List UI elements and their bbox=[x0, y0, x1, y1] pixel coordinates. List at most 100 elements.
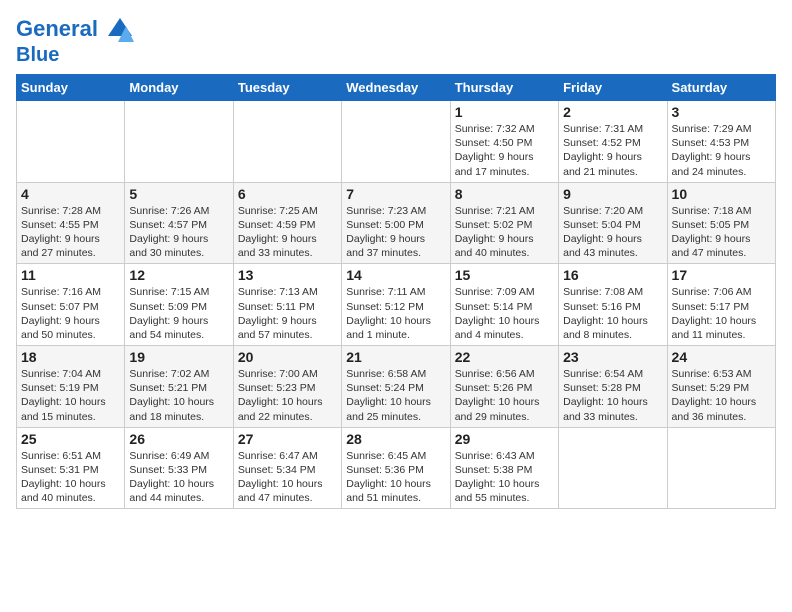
calendar-week-row: 11Sunrise: 7:16 AMSunset: 5:07 PMDayligh… bbox=[17, 264, 776, 346]
calendar-cell bbox=[17, 101, 125, 183]
calendar-cell: 23 Sunrise: 6:54 AMSunset: 5:28 PMDayligh… bbox=[559, 346, 667, 428]
calendar-cell: 7 Sunrise: 7:23 AMSunset: 5:00 PMDaylight… bbox=[342, 182, 450, 264]
day-info: Sunrise: 6:43 AMSunset: 5:38 PMDaylight:… bbox=[455, 449, 554, 506]
calendar-week-row: 4 Sunrise: 7:28 AMSunset: 4:55 PMDaylight… bbox=[17, 182, 776, 264]
day-number: 25 bbox=[21, 431, 120, 447]
day-info: Sunrise: 7:25 AMSunset: 4:59 PMDaylight:… bbox=[238, 204, 337, 261]
day-number: 1 bbox=[455, 104, 554, 120]
weekday-header: Saturday bbox=[667, 75, 775, 101]
calendar-week-row: 1 Sunrise: 7:32 AMSunset: 4:50 PMDaylight… bbox=[17, 101, 776, 183]
day-info: Sunrise: 6:51 AMSunset: 5:31 PMDaylight:… bbox=[21, 449, 120, 506]
calendar-cell bbox=[342, 101, 450, 183]
day-info: Sunrise: 7:00 AMSunset: 5:23 PMDaylight:… bbox=[238, 367, 337, 424]
day-number: 9 bbox=[563, 186, 662, 202]
calendar-cell bbox=[233, 101, 341, 183]
day-info: Sunrise: 7:13 AMSunset: 5:11 PMDaylight:… bbox=[238, 285, 337, 342]
calendar-cell: 4 Sunrise: 7:28 AMSunset: 4:55 PMDaylight… bbox=[17, 182, 125, 264]
day-info: Sunrise: 7:21 AMSunset: 5:02 PMDaylight:… bbox=[455, 204, 554, 261]
calendar-cell: 14 Sunrise: 7:11 AMSunset: 5:12 PMDayligh… bbox=[342, 264, 450, 346]
calendar-cell: 5 Sunrise: 7:26 AMSunset: 4:57 PMDaylight… bbox=[125, 182, 233, 264]
calendar-cell: 3 Sunrise: 7:29 AMSunset: 4:53 PMDaylight… bbox=[667, 101, 775, 183]
day-number: 26 bbox=[129, 431, 228, 447]
day-number: 22 bbox=[455, 349, 554, 365]
day-info: Sunrise: 7:15 AMSunset: 5:09 PMDaylight:… bbox=[129, 285, 228, 342]
logo: General Blue bbox=[16, 16, 134, 66]
day-info: Sunrise: 6:53 AMSunset: 5:29 PMDaylight:… bbox=[672, 367, 771, 424]
calendar-cell: 12 Sunrise: 7:15 AMSunset: 5:09 PMDayligh… bbox=[125, 264, 233, 346]
weekday-header: Thursday bbox=[450, 75, 558, 101]
day-number: 28 bbox=[346, 431, 445, 447]
day-number: 5 bbox=[129, 186, 228, 202]
day-info: Sunrise: 7:23 AMSunset: 5:00 PMDaylight:… bbox=[346, 204, 445, 261]
calendar-cell: 15Sunrise: 7:09 AMSunset: 5:14 PMDayligh… bbox=[450, 264, 558, 346]
calendar-cell: 18 Sunrise: 7:04 AMSunset: 5:19 PMDayligh… bbox=[17, 346, 125, 428]
day-info: Sunrise: 6:56 AMSunset: 5:26 PMDaylight:… bbox=[455, 367, 554, 424]
day-number: 21 bbox=[346, 349, 445, 365]
weekday-header: Sunday bbox=[17, 75, 125, 101]
calendar-cell: 16Sunrise: 7:08 AMSunset: 5:16 PMDayligh… bbox=[559, 264, 667, 346]
calendar-cell: 24 Sunrise: 6:53 AMSunset: 5:29 PMDayligh… bbox=[667, 346, 775, 428]
day-number: 17 bbox=[672, 267, 771, 283]
day-info: Sunrise: 7:32 AMSunset: 4:50 PMDaylight:… bbox=[455, 122, 554, 179]
day-number: 6 bbox=[238, 186, 337, 202]
day-info: Sunrise: 7:26 AMSunset: 4:57 PMDaylight:… bbox=[129, 204, 228, 261]
day-info: Sunrise: 6:47 AMSunset: 5:34 PMDaylight:… bbox=[238, 449, 337, 506]
calendar-cell: 22 Sunrise: 6:56 AMSunset: 5:26 PMDayligh… bbox=[450, 346, 558, 428]
calendar-cell: 27Sunrise: 6:47 AMSunset: 5:34 PMDayligh… bbox=[233, 427, 341, 509]
day-info: Sunrise: 7:29 AMSunset: 4:53 PMDaylight:… bbox=[672, 122, 771, 179]
calendar-cell: 6 Sunrise: 7:25 AMSunset: 4:59 PMDaylight… bbox=[233, 182, 341, 264]
day-number: 12 bbox=[129, 267, 228, 283]
day-number: 14 bbox=[346, 267, 445, 283]
day-info: Sunrise: 6:54 AMSunset: 5:28 PMDaylight:… bbox=[563, 367, 662, 424]
day-number: 8 bbox=[455, 186, 554, 202]
day-info: Sunrise: 7:31 AMSunset: 4:52 PMDaylight:… bbox=[563, 122, 662, 179]
calendar-cell: 8 Sunrise: 7:21 AMSunset: 5:02 PMDaylight… bbox=[450, 182, 558, 264]
calendar-cell: 29 Sunrise: 6:43 AMSunset: 5:38 PMDayligh… bbox=[450, 427, 558, 509]
day-number: 4 bbox=[21, 186, 120, 202]
day-number: 20 bbox=[238, 349, 337, 365]
day-info: Sunrise: 7:06 AMSunset: 5:17 PMDaylight:… bbox=[672, 285, 771, 342]
day-number: 16 bbox=[563, 267, 662, 283]
day-number: 23 bbox=[563, 349, 662, 365]
calendar-cell: 17 Sunrise: 7:06 AMSunset: 5:17 PMDayligh… bbox=[667, 264, 775, 346]
logo-text: General bbox=[16, 16, 134, 44]
day-info: Sunrise: 6:49 AMSunset: 5:33 PMDaylight:… bbox=[129, 449, 228, 506]
calendar-cell bbox=[667, 427, 775, 509]
day-info: Sunrise: 7:18 AMSunset: 5:05 PMDaylight:… bbox=[672, 204, 771, 261]
day-number: 10 bbox=[672, 186, 771, 202]
calendar-cell bbox=[559, 427, 667, 509]
day-info: Sunrise: 7:16 AMSunset: 5:07 PMDaylight:… bbox=[21, 285, 120, 342]
day-number: 7 bbox=[346, 186, 445, 202]
day-info: Sunrise: 7:28 AMSunset: 4:55 PMDaylight:… bbox=[21, 204, 120, 261]
calendar-week-row: 18 Sunrise: 7:04 AMSunset: 5:19 PMDayligh… bbox=[17, 346, 776, 428]
day-info: Sunrise: 7:02 AMSunset: 5:21 PMDaylight:… bbox=[129, 367, 228, 424]
calendar-cell: 10 Sunrise: 7:18 AMSunset: 5:05 PMDayligh… bbox=[667, 182, 775, 264]
calendar-cell: 21 Sunrise: 6:58 AMSunset: 5:24 PMDayligh… bbox=[342, 346, 450, 428]
calendar-cell: 19 Sunrise: 7:02 AMSunset: 5:21 PMDayligh… bbox=[125, 346, 233, 428]
day-number: 24 bbox=[672, 349, 771, 365]
calendar-cell: 20 Sunrise: 7:00 AMSunset: 5:23 PMDayligh… bbox=[233, 346, 341, 428]
day-number: 15 bbox=[455, 267, 554, 283]
day-info: Sunrise: 7:11 AMSunset: 5:12 PMDaylight:… bbox=[346, 285, 445, 342]
day-info: Sunrise: 7:20 AMSunset: 5:04 PMDaylight:… bbox=[563, 204, 662, 261]
day-number: 18 bbox=[21, 349, 120, 365]
day-info: Sunrise: 6:58 AMSunset: 5:24 PMDaylight:… bbox=[346, 367, 445, 424]
calendar-cell: 13 Sunrise: 7:13 AMSunset: 5:11 PMDayligh… bbox=[233, 264, 341, 346]
calendar-header: SundayMondayTuesdayWednesdayThursdayFrid… bbox=[17, 75, 776, 101]
day-number: 19 bbox=[129, 349, 228, 365]
day-number: 29 bbox=[455, 431, 554, 447]
day-number: 3 bbox=[672, 104, 771, 120]
weekday-header: Friday bbox=[559, 75, 667, 101]
calendar-cell: 1 Sunrise: 7:32 AMSunset: 4:50 PMDaylight… bbox=[450, 101, 558, 183]
weekday-header: Monday bbox=[125, 75, 233, 101]
day-number: 2 bbox=[563, 104, 662, 120]
weekday-header-row: SundayMondayTuesdayWednesdayThursdayFrid… bbox=[17, 75, 776, 101]
calendar-cell: 9 Sunrise: 7:20 AMSunset: 5:04 PMDaylight… bbox=[559, 182, 667, 264]
weekday-header: Tuesday bbox=[233, 75, 341, 101]
logo-blue-text: Blue bbox=[16, 44, 134, 66]
day-number: 13 bbox=[238, 267, 337, 283]
day-info: Sunrise: 7:04 AMSunset: 5:19 PMDaylight:… bbox=[21, 367, 120, 424]
calendar-cell: 2 Sunrise: 7:31 AMSunset: 4:52 PMDaylight… bbox=[559, 101, 667, 183]
calendar-cell: 26 Sunrise: 6:49 AMSunset: 5:33 PMDayligh… bbox=[125, 427, 233, 509]
calendar-cell: 28Sunrise: 6:45 AMSunset: 5:36 PMDayligh… bbox=[342, 427, 450, 509]
